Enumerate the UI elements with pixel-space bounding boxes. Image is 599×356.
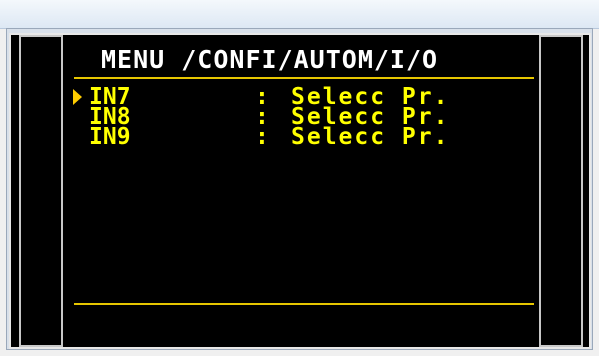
selection-cursor-icon (73, 89, 82, 105)
right-softkey-panel[interactable] (539, 35, 583, 347)
footer-divider (74, 303, 534, 305)
title-divider (74, 77, 534, 79)
lcd-screen: MENU /CONFI/AUTOM/I/O IN7 : Selecc Pr. I… (9, 33, 591, 349)
left-softkey-panel[interactable] (19, 35, 63, 347)
menu-item-label: IN9 (89, 124, 131, 150)
menu-title: MENU /CONFI/AUTOM/I/O (101, 45, 439, 74)
menu-item-value: Selecc Pr. (291, 124, 450, 150)
window-title-bar (0, 0, 599, 29)
menu-item-in9[interactable]: IN9 : Selecc Pr. (73, 124, 447, 150)
menu-item-separator: : (255, 124, 269, 150)
